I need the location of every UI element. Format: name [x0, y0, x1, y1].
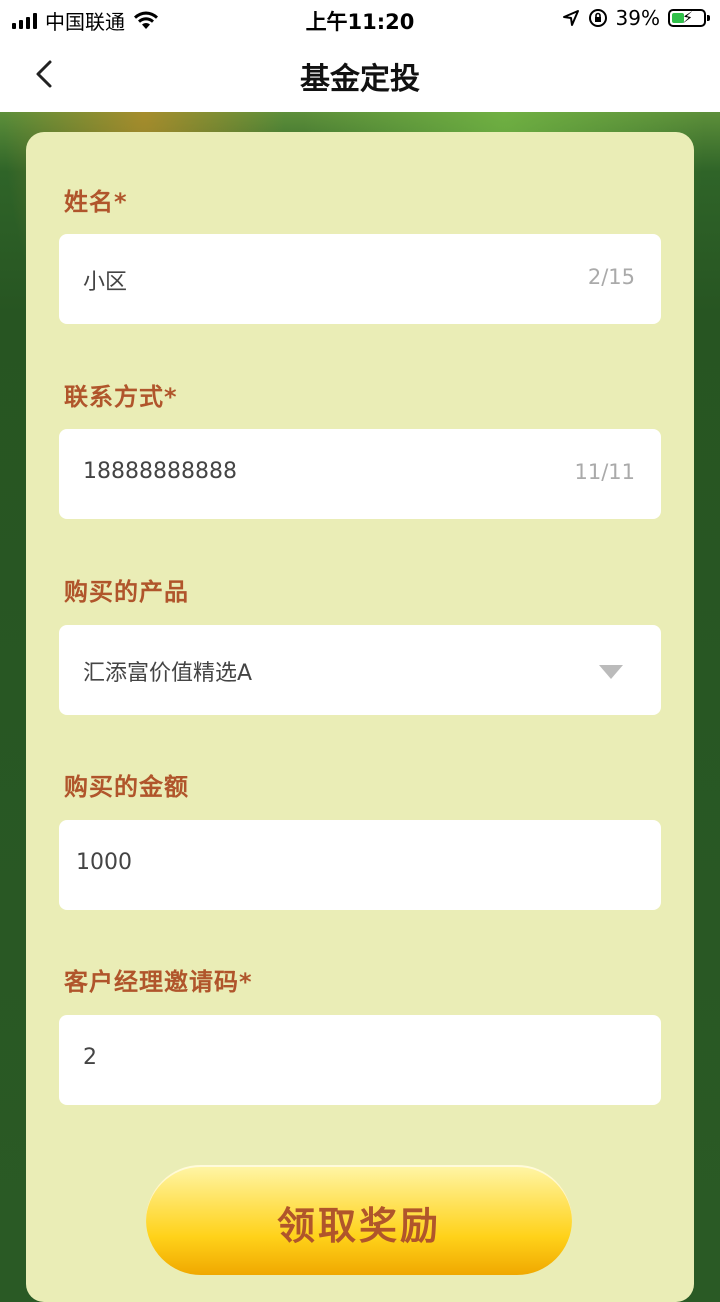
invite-code-value: 2	[83, 1045, 97, 1070]
nav-bar: 基金定投	[0, 36, 720, 112]
amount-label: 购买的金额	[64, 773, 189, 801]
product-label: 购买的产品	[64, 578, 189, 606]
dropdown-arrow-icon	[599, 665, 623, 679]
name-char-counter: 2/15	[587, 265, 635, 289]
claim-reward-button[interactable]: 领取奖励	[146, 1165, 572, 1275]
status-bar-right: 39% ⚡	[562, 6, 710, 30]
invite-code-label: 客户经理邀请码*	[64, 968, 253, 996]
charging-bolt-icon: ⚡	[682, 8, 694, 27]
claim-reward-label: 领取奖励	[276, 1204, 441, 1248]
contact-label: 联系方式*	[64, 383, 178, 411]
contact-input[interactable]: 18888888888 11/11	[59, 429, 661, 519]
invite-code-input[interactable]: 2	[59, 1015, 661, 1105]
contact-value: 18888888888	[83, 459, 237, 484]
battery-icon: ⚡	[668, 8, 710, 27]
product-value: 汇添富价值精选A	[83, 661, 253, 686]
product-select[interactable]: 汇添富价值精选A	[59, 625, 661, 715]
amount-input[interactable]: 1000	[59, 820, 661, 910]
status-bar: 中国联通 上午11:20 39% ⚡	[0, 0, 720, 36]
rotation-lock-icon	[588, 9, 607, 27]
location-arrow-icon	[562, 10, 579, 26]
battery-percent: 39%	[615, 6, 660, 30]
name-value: 小区	[83, 270, 128, 295]
page-title: 基金定投	[300, 62, 420, 97]
name-label: 姓名*	[64, 188, 128, 216]
contact-char-counter: 11/11	[574, 460, 635, 484]
name-input[interactable]: 小区 2/15	[59, 234, 661, 324]
amount-value: 1000	[76, 850, 132, 875]
